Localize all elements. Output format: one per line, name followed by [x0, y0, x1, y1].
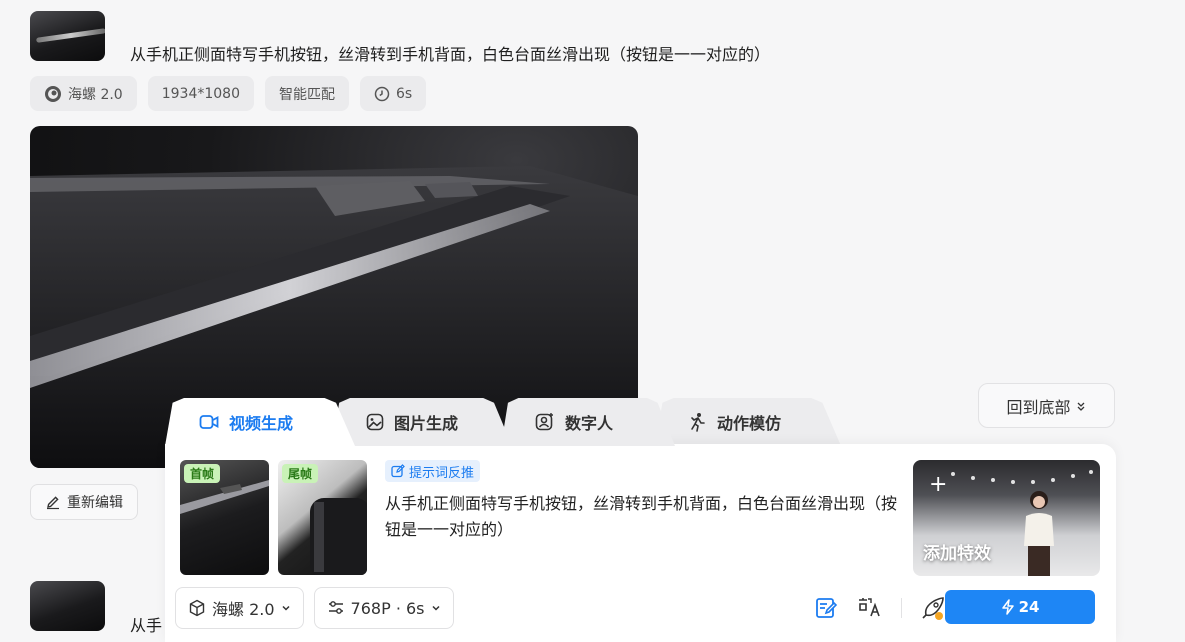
model-chip-label: 海螺 2.0 [68, 86, 123, 103]
clock-icon [374, 86, 390, 101]
resolution-chip-label: 1934*1080 [161, 85, 240, 102]
person-figure-icon [1024, 491, 1054, 576]
rocket-icon[interactable] [920, 595, 946, 621]
tab-motion-label: 动作模仿 [717, 414, 782, 433]
tab-digital-label: 数字人 [565, 414, 614, 433]
edit-square-icon [391, 464, 405, 478]
lightning-icon [1001, 599, 1014, 615]
model-select[interactable]: 海螺 2.0 [175, 587, 304, 629]
resolution-chip: 1934*1080 [147, 76, 254, 111]
tab-image-label: 图片生成 [394, 414, 459, 433]
composer-body: 首帧 尾帧 提示词反推 从手机正侧面特写手机按钮，丝滑转到手机背面，白色台面丝滑… [165, 444, 1116, 642]
add-effect-card[interactable]: + 添加特效 [913, 460, 1100, 576]
composer-tabs: 视频生成 图片生成 数字人 动作模仿 [165, 398, 845, 446]
tab-image-generation[interactable]: 图片生成 [332, 398, 512, 446]
generate-button[interactable]: 24 [945, 590, 1095, 624]
tab-digital-human[interactable]: 数字人 [501, 398, 675, 446]
last-frame-tag: 尾帧 [282, 464, 319, 483]
history-prompt: 从手机正侧面特写手机按钮，丝滑转到手机背面，白色台面丝滑出现（按钮是一一对应的） [130, 45, 771, 64]
history-actions: 重新编辑 [30, 484, 138, 520]
model-select-label: 海螺 2.0 [212, 600, 275, 619]
image-icon [366, 413, 384, 431]
tab-video-generation[interactable]: 视频生成 [165, 398, 355, 446]
prompt-edit-icon[interactable] [815, 596, 839, 620]
history-thumbnail-next[interactable] [30, 581, 105, 631]
digital-human-icon [535, 413, 553, 431]
composer-panel: 视频生成 图片生成 数字人 动作模仿 首帧 尾帧 提示词反推 从手机正侧面特写手… [165, 398, 1116, 642]
tab-video-label: 视频生成 [229, 414, 294, 433]
duration-chip-label: 6s [395, 85, 413, 102]
history-thumbnail[interactable] [30, 11, 105, 61]
first-frame-tag: 首帧 [184, 464, 221, 483]
re-edit-button[interactable]: 重新编辑 [30, 484, 138, 520]
tab-motion-imitation[interactable]: 动作模仿 [655, 398, 841, 446]
mode-chip: 智能匹配 [264, 76, 349, 111]
last-frame-slot[interactable]: 尾帧 [278, 460, 367, 575]
credits-label: 24 [1018, 598, 1040, 616]
composer-settings: 海螺 2.0 768P · 6s [175, 587, 454, 629]
prompt-reverse-label: 提示词反推 [409, 465, 475, 481]
mode-chip-label: 智能匹配 [278, 86, 335, 103]
translate-icon[interactable] [857, 596, 883, 620]
cube-icon [189, 599, 205, 617]
quality-select-label: 768P · 6s [350, 598, 425, 618]
model-chip: 海螺 2.0 [30, 76, 137, 111]
sliders-icon [328, 601, 343, 614]
prompt-input[interactable]: 从手机正侧面特写手机按钮，丝滑转到手机背面，白色台面丝滑出现（按钮是一一对应的） [385, 491, 900, 543]
quality-select[interactable]: 768P · 6s [313, 587, 454, 629]
duration-chip: 6s [359, 76, 427, 111]
plus-icon: + [929, 472, 948, 497]
prompt-reverse-button[interactable]: 提示词反推 [385, 460, 481, 482]
re-edit-label: 重新编辑 [67, 495, 123, 511]
composer-tools [815, 595, 946, 621]
add-effect-label: 添加特效 [923, 544, 991, 564]
chevron-down-icon [431, 605, 440, 611]
video-camera-icon [199, 415, 219, 429]
running-figure-icon [691, 413, 705, 432]
first-frame-slot[interactable]: 首帧 [180, 460, 269, 575]
history-prompt-next: 从手 [130, 616, 163, 635]
history-meta-chips: 海螺 2.0 1934*1080 智能匹配 6s [30, 76, 427, 111]
hailuo-logo-icon [45, 85, 61, 102]
chevron-down-icon [282, 605, 290, 611]
divider [901, 598, 902, 618]
pencil-icon [47, 496, 59, 510]
